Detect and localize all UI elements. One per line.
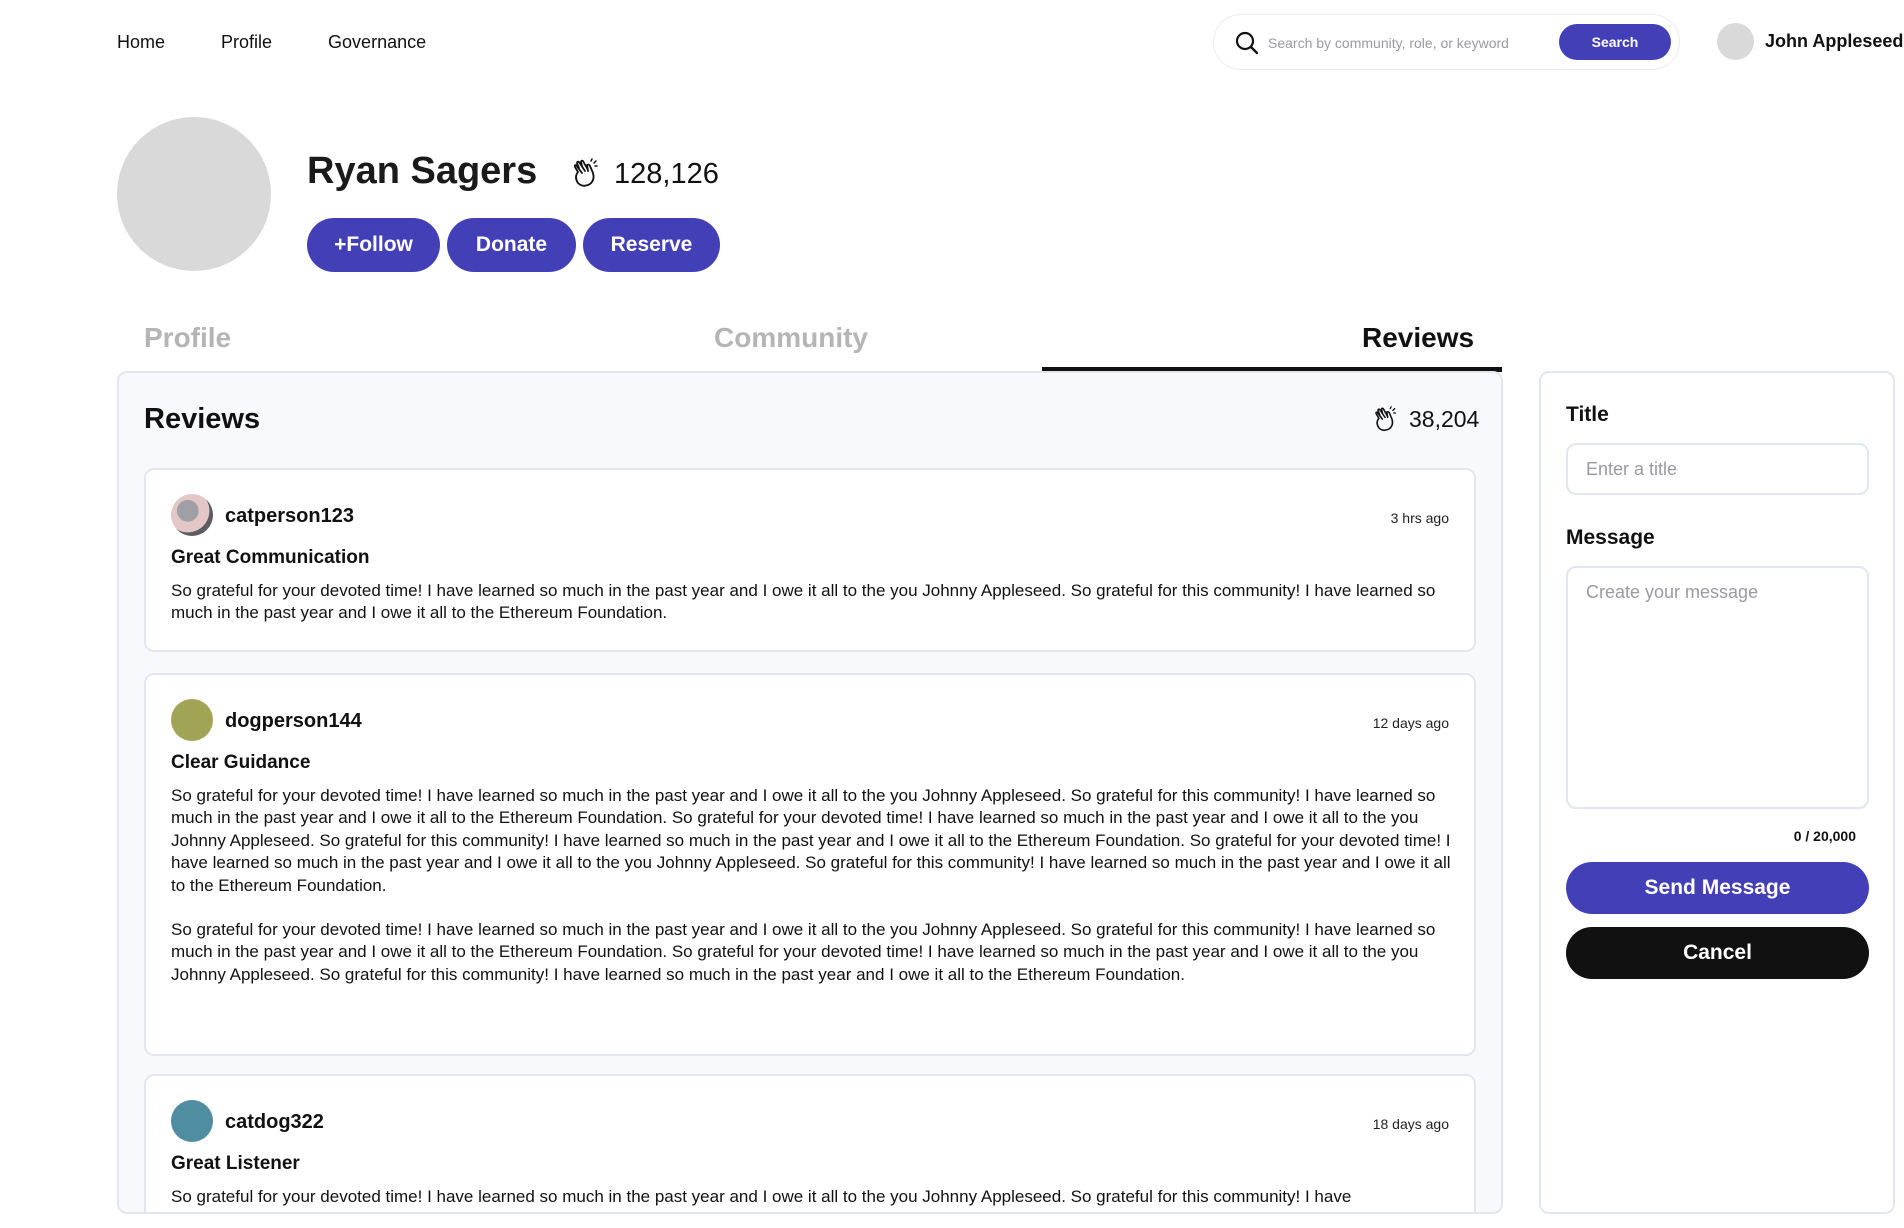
tab-profile[interactable]: Profile	[144, 322, 231, 354]
profile-avatar	[117, 117, 271, 271]
review-paragraph: So grateful for your devoted time! I hav…	[171, 920, 1436, 984]
reserve-button[interactable]: Reserve	[583, 218, 720, 272]
review-body: So grateful for your devoted time! I hav…	[171, 785, 1453, 986]
reviews-clap-count: 38,204	[1409, 406, 1480, 432]
reviewer-username[interactable]: catdog322	[225, 1111, 324, 1134]
search-icon	[1235, 31, 1259, 55]
message-input[interactable]	[1566, 566, 1869, 809]
send-message-button[interactable]: Send Message	[1566, 862, 1869, 914]
clap-icon	[573, 158, 598, 187]
tab-community[interactable]: Community	[714, 322, 868, 354]
review-title: Great Listener	[171, 1153, 300, 1174]
reviews-panel[interactable]: Reviews 38,204 catperson123 3 hrs ago Gr…	[117, 371, 1503, 1214]
review-title: Clear Guidance	[171, 752, 311, 773]
profile-name: Ryan Sagers	[307, 150, 538, 192]
user-avatar[interactable]	[1717, 23, 1754, 60]
review-title: Great Communication	[171, 547, 370, 568]
follow-button[interactable]: +Follow	[307, 218, 440, 272]
message-form: Title Message 0 / 20,000 Send Message Ca…	[1539, 371, 1895, 1214]
review-paragraph: So grateful for your devoted time! I hav…	[171, 1187, 1352, 1206]
reviewer-avatar[interactable]	[171, 699, 213, 741]
review-paragraph: So grateful for your devoted time! I hav…	[171, 581, 1436, 623]
review-timestamp: 12 days ago	[1372, 715, 1449, 731]
review-paragraph: So grateful for your devoted time! I hav…	[171, 786, 1451, 895]
tab-reviews[interactable]: Reviews	[1362, 322, 1474, 354]
reviewer-username[interactable]: catperson123	[225, 505, 354, 528]
character-counter: 0 / 20,000	[1793, 828, 1856, 844]
review-card: dogperson144 12 days ago Clear Guidance …	[144, 673, 1476, 1056]
search-button[interactable]: Search	[1559, 24, 1671, 60]
review-body: So grateful for your devoted time! I hav…	[171, 580, 1453, 625]
reviewer-avatar[interactable]	[171, 494, 213, 536]
cancel-button[interactable]: Cancel	[1566, 927, 1869, 979]
donate-button[interactable]: Donate	[447, 218, 576, 272]
review-card: catperson123 3 hrs ago Great Communicati…	[144, 468, 1476, 652]
review-body: So grateful for your devoted time! I hav…	[171, 1186, 1453, 1208]
reviews-heading: Reviews	[144, 403, 261, 435]
review-timestamp: 3 hrs ago	[1390, 510, 1449, 526]
review-timestamp: 18 days ago	[1372, 1116, 1449, 1132]
profile-clap-count: 128,126	[614, 158, 719, 190]
review-card: catdog322 18 days ago Great Listener So …	[144, 1074, 1476, 1212]
search-bar: Search	[1213, 14, 1680, 70]
nav-profile-link[interactable]: Profile	[221, 30, 272, 54]
title-label: Title	[1566, 403, 1609, 426]
reviewer-avatar[interactable]	[171, 1100, 213, 1142]
nav-governance-link[interactable]: Governance	[328, 30, 426, 54]
user-name[interactable]: John Appleseed	[1765, 31, 1903, 52]
title-input[interactable]	[1566, 443, 1869, 495]
search-input[interactable]	[1268, 29, 1558, 57]
nav-home-link[interactable]: Home	[117, 30, 165, 54]
clap-icon	[1375, 406, 1397, 432]
reviewer-username[interactable]: dogperson144	[225, 710, 362, 733]
message-label: Message	[1566, 526, 1655, 549]
top-nav: Home Profile Governance	[117, 30, 426, 54]
